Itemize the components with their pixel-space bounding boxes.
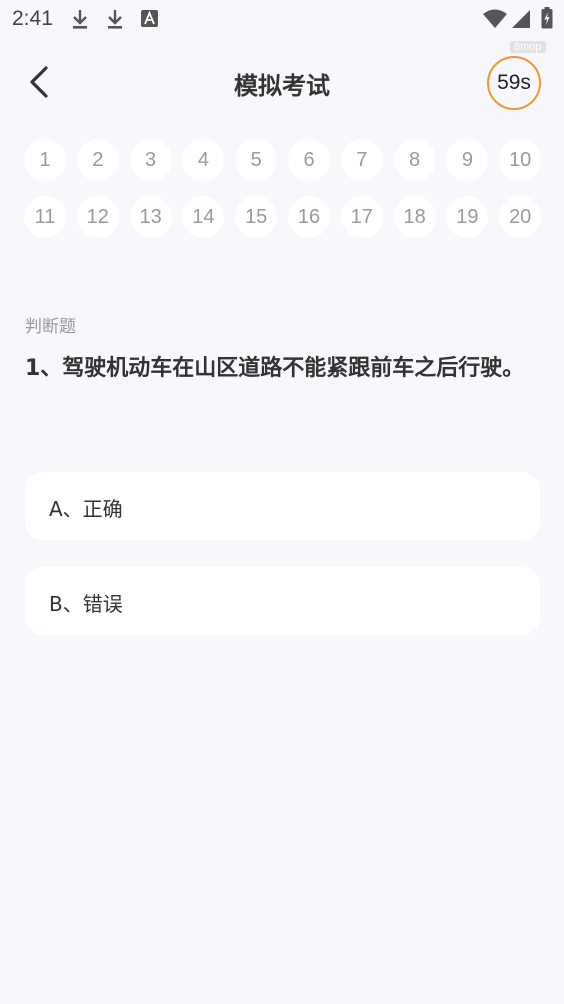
option-a[interactable]: A、正确 <box>25 472 540 540</box>
question-number-17[interactable]: 17 <box>340 196 383 238</box>
option-b[interactable]: B、错误 <box>25 567 540 635</box>
countdown-timer: 59s <box>487 56 541 110</box>
question-number-8[interactable]: 8 <box>393 139 436 181</box>
download-icon <box>73 10 87 29</box>
question-number-5[interactable]: 5 <box>235 139 278 181</box>
question-number-12[interactable]: 12 <box>76 196 119 238</box>
question-text: 1、驾驶机动车在山区道路不能紧跟前车之后行驶。 <box>25 356 525 381</box>
watermark: 8mop <box>510 41 546 53</box>
option-a-label: A、正确 <box>49 497 123 521</box>
question-number-4[interactable]: 4 <box>182 139 225 181</box>
page-title: 模拟考试 <box>234 72 330 100</box>
question-number-15[interactable]: 15 <box>235 196 278 238</box>
header: 模拟考试 8mop 59s <box>0 40 564 124</box>
question-number-3[interactable]: 3 <box>129 139 172 181</box>
signal-icon <box>512 10 530 28</box>
question-number-11[interactable]: 11 <box>24 196 66 238</box>
status-time: 2:41 <box>12 7 53 30</box>
status-bar: 2:41 <box>0 0 564 38</box>
download-icon <box>108 10 122 29</box>
question-number-10[interactable]: 10 <box>499 139 542 181</box>
question-number-14[interactable]: 14 <box>182 196 225 238</box>
question-number-2[interactable]: 2 <box>76 139 119 181</box>
wifi-icon <box>483 9 507 28</box>
question-number-1[interactable]: 1 <box>24 139 66 181</box>
question-number-19[interactable]: 19 <box>446 196 489 238</box>
question-number-18[interactable]: 18 <box>393 196 436 238</box>
question-number-20[interactable]: 20 <box>499 196 542 238</box>
question-number-7[interactable]: 7 <box>340 139 383 181</box>
question-number-6[interactable]: 6 <box>288 139 330 181</box>
question-number-13[interactable]: 13 <box>129 196 172 238</box>
question-number-9[interactable]: 9 <box>446 139 489 181</box>
option-b-label: B、错误 <box>49 592 123 616</box>
font-app-icon <box>141 10 158 27</box>
battery-icon <box>541 7 553 29</box>
question-number-16[interactable]: 16 <box>288 196 330 238</box>
question-type: 判断题 <box>25 317 76 337</box>
